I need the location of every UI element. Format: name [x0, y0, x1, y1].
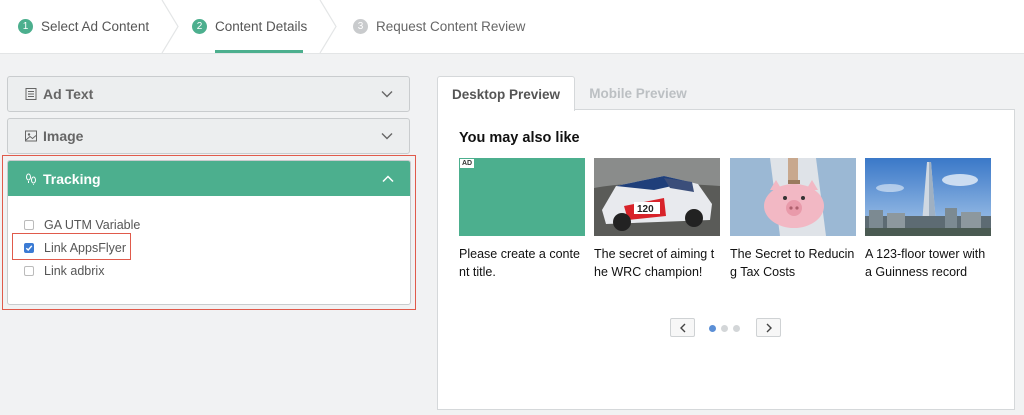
checkbox[interactable]: [24, 266, 34, 276]
content-card[interactable]: AD Please create a content title.: [459, 158, 585, 281]
step-separator-icon: [161, 0, 179, 53]
image-section[interactable]: Image: [7, 118, 410, 154]
card-title: The secret of aiming the WRC champion!: [594, 247, 715, 279]
section-title: Ad Text: [43, 86, 94, 102]
section-title: Tracking: [43, 170, 101, 187]
preview-panel: You may also like AD Please create a con…: [437, 109, 1015, 410]
step-separator-icon: [319, 0, 337, 53]
carousel-dot[interactable]: [721, 325, 728, 332]
section-title: Image: [43, 128, 84, 144]
option-link-adbrix[interactable]: Link adbrix: [24, 264, 104, 278]
ad-text-header[interactable]: Ad Text: [8, 77, 409, 111]
appsflyer-highlight-box: [12, 233, 131, 260]
carousel-prev-button[interactable]: [670, 318, 695, 337]
tab-desktop-preview[interactable]: Desktop Preview: [437, 76, 575, 111]
chevron-down-icon[interactable]: [381, 88, 393, 100]
card-title: A 123-floor tower with a Guinness record: [865, 247, 986, 279]
carousel-dot-active[interactable]: [709, 325, 716, 332]
chevron-down-icon[interactable]: [381, 130, 393, 142]
svg-text:120: 120: [637, 204, 654, 215]
card-thumbnail-rally-car: 120: [594, 158, 720, 236]
step-content-details[interactable]: 2 Content Details: [192, 0, 307, 53]
step-number: 3: [353, 19, 368, 34]
option-label: GA UTM Variable: [44, 218, 141, 232]
preview-title: You may also like: [459, 130, 580, 146]
step-select-ad-content[interactable]: 1 Select Ad Content: [18, 0, 149, 53]
card-title: The Secret to Reducing Tax Costs: [730, 247, 855, 279]
option-label: Link adbrix: [44, 264, 105, 278]
step-label: Content Details: [215, 19, 308, 34]
document-icon: [25, 88, 37, 100]
content-card[interactable]: 120 The secret of aiming the WRC champio…: [594, 158, 720, 281]
step-request-content-review[interactable]: 3 Request Content Review: [353, 0, 525, 53]
card-thumbnail-piggy-bank: [730, 158, 856, 236]
chevron-right-icon: [766, 323, 772, 332]
card-thumbnail-placeholder: AD: [459, 158, 585, 236]
image-icon: [25, 130, 37, 142]
chevron-up-icon[interactable]: [382, 173, 394, 185]
card-title: Please create a content title.: [459, 247, 580, 279]
progress-stepper: 1 Select Ad Content 2 Content Details 3 …: [0, 0, 1024, 54]
ad-text-section[interactable]: Ad Text: [7, 76, 410, 112]
step-label: Request Content Review: [376, 19, 526, 34]
ad-badge: AD: [460, 159, 475, 168]
tracking-header[interactable]: Tracking: [8, 161, 410, 196]
footprints-icon: [25, 173, 37, 185]
option-ga-utm-variable[interactable]: GA UTM Variable: [24, 218, 140, 232]
step-number: 2: [192, 19, 207, 34]
content-card[interactable]: A 123-floor tower with a Guinness record: [865, 158, 991, 281]
chevron-left-icon: [679, 323, 685, 332]
card-thumbnail-tower-skyline: [865, 158, 991, 236]
carousel-next-button[interactable]: [756, 318, 781, 337]
carousel-dot[interactable]: [733, 325, 740, 332]
tab-mobile-preview[interactable]: Mobile Preview: [577, 76, 699, 110]
step-number: 1: [18, 19, 33, 34]
content-card[interactable]: The Secret to Reducing Tax Costs: [730, 158, 856, 281]
checkbox[interactable]: [24, 220, 34, 230]
step-label: Select Ad Content: [41, 19, 150, 34]
image-header[interactable]: Image: [8, 119, 409, 153]
active-step-indicator: [215, 50, 303, 53]
